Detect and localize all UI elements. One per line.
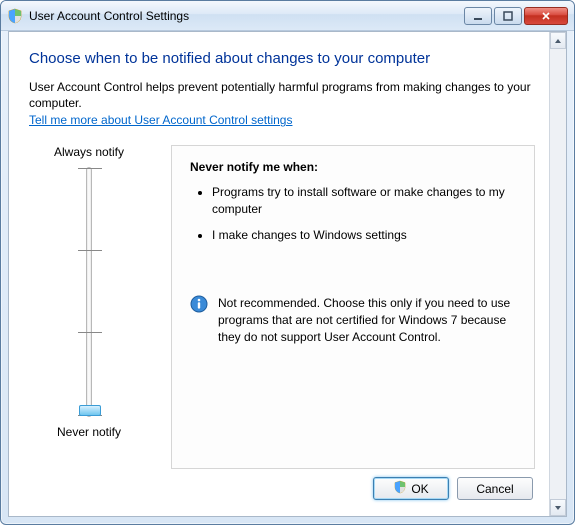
button-row: OK Cancel xyxy=(29,469,535,504)
panel-bullets: Programs try to install software or make… xyxy=(198,184,518,253)
scroll-down-button[interactable] xyxy=(550,499,566,516)
client-area: Choose when to be notified about changes… xyxy=(8,31,567,517)
minimize-button[interactable] xyxy=(464,7,492,25)
slider-thumb[interactable] xyxy=(79,405,101,416)
maximize-button[interactable] xyxy=(494,7,522,25)
scroll-track[interactable] xyxy=(550,49,566,499)
slider-bottom-label: Never notify xyxy=(57,425,121,439)
bullet-item: I make changes to Windows settings xyxy=(212,227,518,243)
note-text: Not recommended. Choose this only if you… xyxy=(218,295,518,345)
help-link[interactable]: Tell me more about User Account Control … xyxy=(29,113,535,127)
shield-icon xyxy=(393,480,407,497)
description-panel: Never notify me when: Programs try to in… xyxy=(171,145,535,469)
content: Choose when to be notified about changes… xyxy=(9,32,549,516)
info-icon xyxy=(190,295,208,313)
window-title: User Account Control Settings xyxy=(29,9,464,23)
slider-track xyxy=(86,167,92,417)
window-frame: User Account Control Settings Choose whe… xyxy=(0,0,575,525)
ok-label: OK xyxy=(411,482,428,496)
close-button[interactable] xyxy=(524,7,568,25)
shield-icon xyxy=(7,8,23,24)
panel-heading: Never notify me when: xyxy=(190,160,518,174)
bullet-item: Programs try to install software or make… xyxy=(212,184,518,216)
ok-button[interactable]: OK xyxy=(373,477,449,500)
intro-text: User Account Control helps prevent poten… xyxy=(29,79,535,111)
scroll-up-button[interactable] xyxy=(550,32,566,49)
cancel-button[interactable]: Cancel xyxy=(457,477,533,500)
cancel-label: Cancel xyxy=(476,482,513,496)
vertical-scrollbar[interactable] xyxy=(549,32,566,516)
window-controls xyxy=(464,7,568,25)
page-heading: Choose when to be notified about changes… xyxy=(29,50,535,67)
slider-column: Always notify Never notify xyxy=(29,145,149,469)
slider-top-label: Always notify xyxy=(54,145,124,159)
note-row: Not recommended. Choose this only if you… xyxy=(190,295,518,345)
main-row: Always notify Never notify Never notif xyxy=(29,145,535,469)
titlebar[interactable]: User Account Control Settings xyxy=(1,1,574,31)
slider[interactable] xyxy=(64,167,114,417)
